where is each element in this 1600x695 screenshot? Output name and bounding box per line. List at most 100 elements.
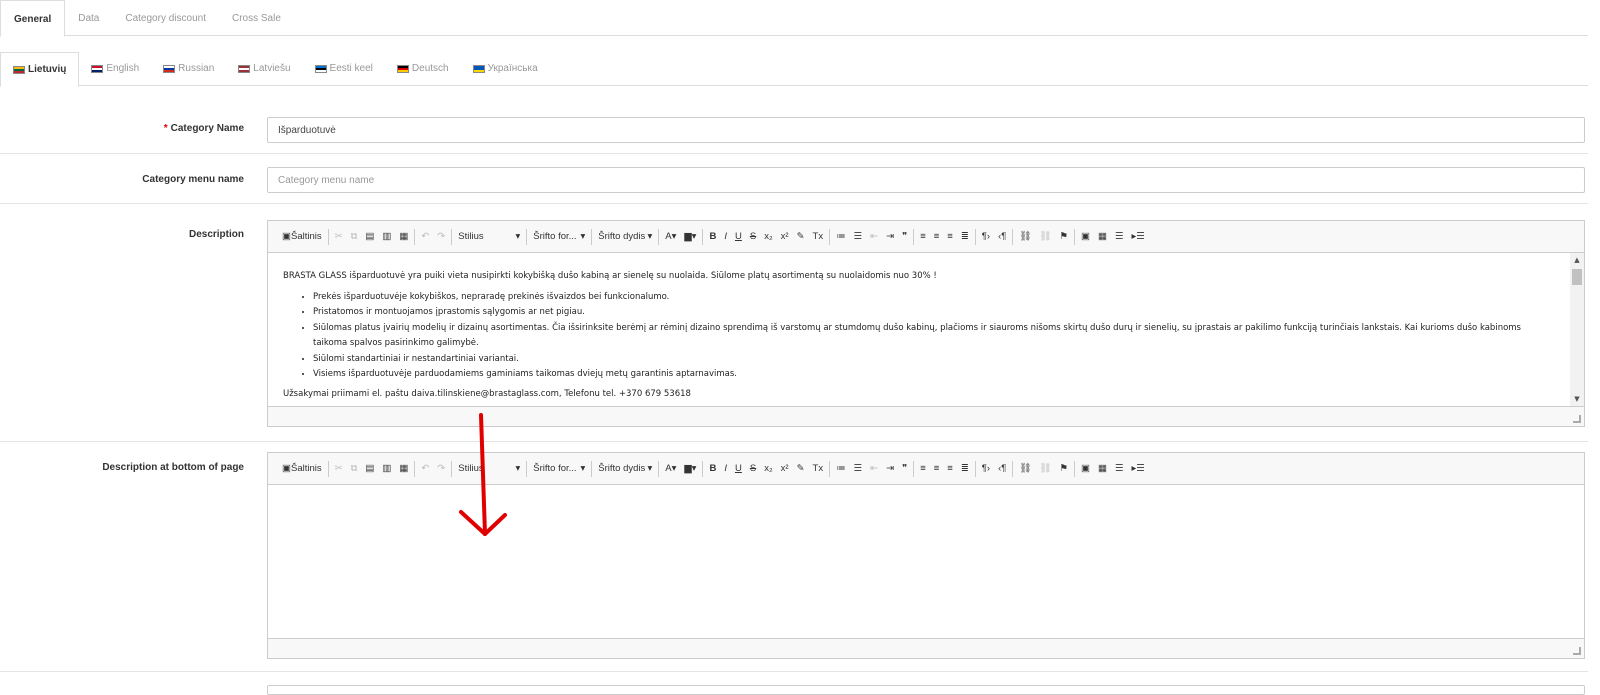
lang-tab-2[interactable]: Russian (151, 52, 226, 86)
resize-grip-icon[interactable] (1573, 415, 1581, 423)
justify-icon[interactable]: ≣ (957, 458, 973, 480)
copy-icon[interactable]: ⧉ (347, 458, 362, 480)
link-icon[interactable]: ⛓ (1015, 226, 1035, 248)
description-editor[interactable]: ▣ Šaltinis ✂ ⧉ ▤ ▥ ▦ ↶ ↷ Stilius ▾ Šrifto for... ▾ Š… (267, 220, 1585, 427)
italic-icon[interactable]: I (720, 226, 731, 248)
outdent-icon[interactable]: ⇤ (866, 458, 882, 480)
underline-icon[interactable]: U (731, 226, 746, 248)
image-icon[interactable]: ▣ (1077, 226, 1094, 248)
align-center-icon[interactable]: ≡ (930, 458, 944, 480)
remove-format-icon[interactable]: Tx (809, 226, 828, 248)
lang-tab-4[interactable]: Eesti keel (303, 52, 385, 86)
size-dropdown[interactable]: Šrifto dydis ▾ (594, 458, 656, 480)
paste-word-icon[interactable]: ▦ (395, 226, 412, 248)
remove-format-icon[interactable]: Tx (809, 458, 828, 480)
tab-cross-sale[interactable]: Cross Sale (219, 0, 294, 36)
size-dropdown[interactable]: Šrifto dydis ▾ (594, 226, 656, 248)
align-left-icon[interactable]: ≡ (916, 226, 930, 248)
resize-grip-icon[interactable] (1573, 647, 1581, 655)
superscript-icon[interactable]: x² (777, 458, 793, 480)
lang-tab-6[interactable]: Українська (461, 52, 550, 86)
category-menu-name-input[interactable] (267, 167, 1585, 193)
link-icon[interactable]: ⛓ (1015, 458, 1035, 480)
style-dropdown[interactable]: Stilius ▾ (454, 458, 524, 480)
numbered-list-icon[interactable]: ≔ (832, 226, 850, 248)
show-blocks-icon[interactable]: ▸☰ (1128, 226, 1149, 248)
paste-word-icon[interactable]: ▦ (395, 458, 412, 480)
superscript-icon[interactable]: x² (777, 226, 793, 248)
indent-icon[interactable]: ⇥ (882, 226, 898, 248)
anchor-icon[interactable]: ⚑ (1055, 226, 1072, 248)
justify-icon[interactable]: ≣ (957, 226, 973, 248)
undo-icon[interactable]: ↶ (417, 458, 433, 480)
undo-icon[interactable]: ↶ (417, 226, 433, 248)
scroll-up-icon[interactable]: ▲ (1570, 253, 1584, 267)
hr-icon[interactable]: ☰ (1111, 226, 1128, 248)
strike-icon[interactable]: S (746, 226, 760, 248)
anchor-icon[interactable]: ⚑ (1055, 458, 1072, 480)
tab-category-discount[interactable]: Category discount (112, 0, 219, 36)
category-name-input[interactable] (267, 117, 1585, 143)
cut-icon[interactable]: ✂ (331, 458, 347, 480)
subscript-icon[interactable]: x₂ (760, 458, 776, 480)
copy-icon[interactable]: ⧉ (347, 226, 362, 248)
paste-icon[interactable]: ▤ (361, 226, 378, 248)
scroll-thumb[interactable] (1572, 269, 1582, 285)
cut-icon[interactable]: ✂ (331, 226, 347, 248)
source-button[interactable]: ▣ Šaltinis (278, 226, 326, 248)
paste-text-icon[interactable]: ▥ (378, 226, 395, 248)
indent-icon[interactable]: ⇥ (882, 458, 898, 480)
tab-general[interactable]: General (0, 0, 66, 37)
description-content[interactable]: BRASTA GLASS išparduotuvė yra puiki viet… (268, 253, 1584, 406)
lang-tab-0[interactable]: Lietuvių (0, 52, 80, 87)
unlink-icon[interactable]: ⛓ (1035, 458, 1055, 480)
bulleted-list-icon[interactable]: ☰ (850, 458, 867, 480)
copy-format-icon[interactable]: ✎ (793, 226, 809, 248)
align-right-icon[interactable]: ≡ (943, 458, 957, 480)
lang-tab-3[interactable]: Latviešu (226, 52, 302, 86)
text-color-icon[interactable]: A▾ (661, 226, 680, 248)
description-bottom-content[interactable] (268, 485, 1584, 638)
rtl-icon[interactable]: ‹¶ (994, 226, 1010, 248)
underline-icon[interactable]: U (731, 458, 746, 480)
editor-scrollbar[interactable]: ▲ ▼ (1570, 253, 1584, 406)
paste-text-icon[interactable]: ▥ (378, 458, 395, 480)
numbered-list-icon[interactable]: ≔ (832, 458, 850, 480)
italic-icon[interactable]: I (720, 458, 731, 480)
tab-data[interactable]: Data (65, 0, 112, 36)
image-icon[interactable]: ▣ (1077, 458, 1094, 480)
outdent-icon[interactable]: ⇤ (866, 226, 882, 248)
bulleted-list-icon[interactable]: ☰ (850, 226, 867, 248)
ltr-icon[interactable]: ¶› (978, 226, 994, 248)
ltr-icon[interactable]: ¶› (978, 458, 994, 480)
align-left-icon[interactable]: ≡ (916, 458, 930, 480)
blockquote-icon[interactable]: ❞ (898, 458, 911, 480)
table-icon[interactable]: ▦ (1094, 226, 1111, 248)
scroll-down-icon[interactable]: ▼ (1570, 392, 1584, 406)
table-icon[interactable]: ▦ (1094, 458, 1111, 480)
align-center-icon[interactable]: ≡ (930, 226, 944, 248)
paste-icon[interactable]: ▤ (361, 458, 378, 480)
style-dropdown[interactable]: Stilius ▾ (454, 226, 524, 248)
show-blocks-icon[interactable]: ▸☰ (1128, 458, 1149, 480)
bg-color-icon[interactable]: ▆▾ (680, 226, 700, 248)
lang-tab-5[interactable]: Deutsch (385, 52, 461, 86)
font-dropdown[interactable]: Šrifto for... ▾ (529, 458, 589, 480)
description-bottom-editor[interactable]: ▣ Šaltinis ✂ ⧉ ▤ ▥ ▦ ↶ ↷ Stilius ▾ Šrifto for... ▾ Š… (267, 452, 1585, 659)
align-right-icon[interactable]: ≡ (943, 226, 957, 248)
unlink-icon[interactable]: ⛓ (1035, 226, 1055, 248)
bold-icon[interactable]: B (705, 458, 720, 480)
copy-format-icon[interactable]: ✎ (793, 458, 809, 480)
strike-icon[interactable]: S (746, 458, 760, 480)
redo-icon[interactable]: ↷ (433, 226, 449, 248)
blockquote-icon[interactable]: ❞ (898, 226, 911, 248)
subscript-icon[interactable]: x₂ (760, 226, 776, 248)
text-color-icon[interactable]: A▾ (661, 458, 680, 480)
font-dropdown[interactable]: Šrifto for... ▾ (529, 226, 589, 248)
lang-tab-1[interactable]: English (79, 52, 151, 86)
hr-icon[interactable]: ☰ (1111, 458, 1128, 480)
next-field-input[interactable] (267, 685, 1585, 695)
redo-icon[interactable]: ↷ (433, 458, 449, 480)
bold-icon[interactable]: B (705, 226, 720, 248)
source-button[interactable]: ▣ Šaltinis (278, 458, 326, 480)
